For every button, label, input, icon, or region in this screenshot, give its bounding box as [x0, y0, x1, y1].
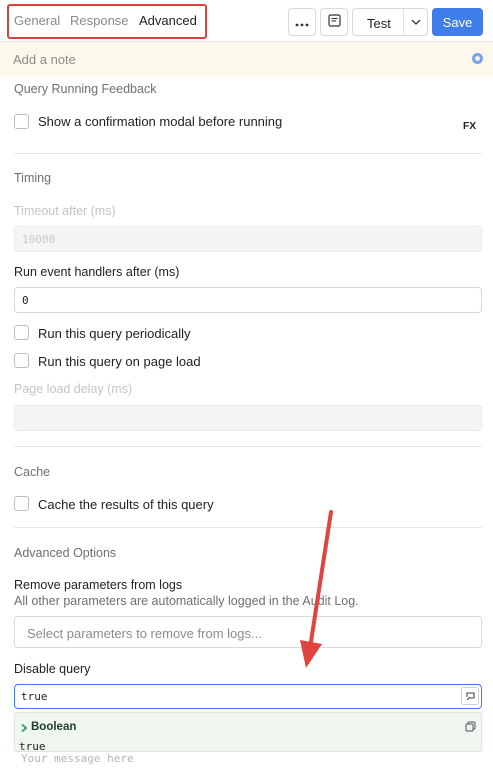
confirm-modal-checkbox[interactable]	[14, 114, 29, 129]
test-button-label: Test	[367, 16, 391, 31]
page-load-delay-input	[14, 405, 482, 431]
cache-results-label: Cache the results of this query	[38, 497, 214, 512]
page-load-delay-label: Page load delay (ms)	[14, 382, 133, 396]
expand-editor-button[interactable]	[461, 687, 479, 705]
divider	[14, 446, 482, 447]
timeout-input: 10000	[14, 226, 482, 252]
save-button[interactable]: Save	[432, 8, 483, 36]
message-placeholder: Your message here	[21, 752, 134, 765]
timeout-value: 10000	[22, 233, 56, 246]
run-event-handlers-value: 0	[22, 294, 29, 307]
timing-title: Timing	[14, 171, 52, 185]
cache-title: Cache	[14, 465, 51, 479]
disable-query-label: Disable query	[14, 662, 91, 676]
run-periodically-label: Run this query periodically	[38, 326, 191, 341]
more-horizontal-icon	[295, 15, 309, 30]
test-button-divider	[403, 9, 404, 35]
divider	[14, 153, 482, 154]
timeout-label: Timeout after (ms)	[14, 204, 116, 218]
tab-response[interactable]: Response	[70, 13, 129, 28]
fx-toggle[interactable]: FX	[463, 121, 476, 132]
notes-button[interactable]	[320, 8, 348, 36]
note-settings-icon[interactable]	[471, 52, 484, 68]
tab-advanced[interactable]: Advanced	[139, 13, 197, 28]
test-button[interactable]: Test	[352, 8, 428, 36]
more-button[interactable]	[288, 8, 316, 36]
notes-icon	[327, 14, 341, 30]
run-event-handlers-label: Run event handlers after (ms)	[14, 265, 180, 279]
top-bar: General Response Advanced Test Save	[0, 0, 493, 42]
remove-parameters-placeholder: Select parameters to remove from logs...	[27, 626, 262, 641]
run-event-handlers-input[interactable]: 0	[14, 287, 482, 313]
tab-general[interactable]: General	[14, 13, 60, 28]
advanced-options-title: Advanced Options	[14, 546, 117, 560]
note-bar[interactable]: Add a note	[0, 42, 493, 76]
cache-results-checkbox[interactable]	[14, 496, 29, 511]
expand-icon	[465, 691, 475, 700]
disable-query-input[interactable]: true	[14, 684, 482, 709]
value-preview: Boolean true	[14, 712, 482, 753]
chevron-down-icon[interactable]	[409, 15, 423, 32]
query-running-feedback-title: Query Running Feedback	[14, 82, 157, 96]
disable-query-value: true	[21, 690, 48, 703]
run-on-page-load-label: Run this query on page load	[38, 354, 201, 369]
note-placeholder[interactable]: Add a note	[13, 52, 76, 67]
divider	[14, 527, 482, 528]
remove-parameters-select[interactable]: Select parameters to remove from logs...	[14, 616, 482, 648]
run-on-page-load-checkbox[interactable]	[14, 353, 29, 368]
copy-icon[interactable]	[465, 720, 476, 735]
preview-type: Boolean	[31, 721, 77, 733]
confirm-modal-label: Show a confirmation modal before running	[38, 114, 283, 129]
remove-parameters-help: All other parameters are automatically l…	[14, 594, 359, 608]
run-periodically-checkbox[interactable]	[14, 325, 29, 340]
chevron-right-icon[interactable]	[19, 721, 29, 736]
remove-parameters-label: Remove parameters from logs	[14, 578, 183, 592]
